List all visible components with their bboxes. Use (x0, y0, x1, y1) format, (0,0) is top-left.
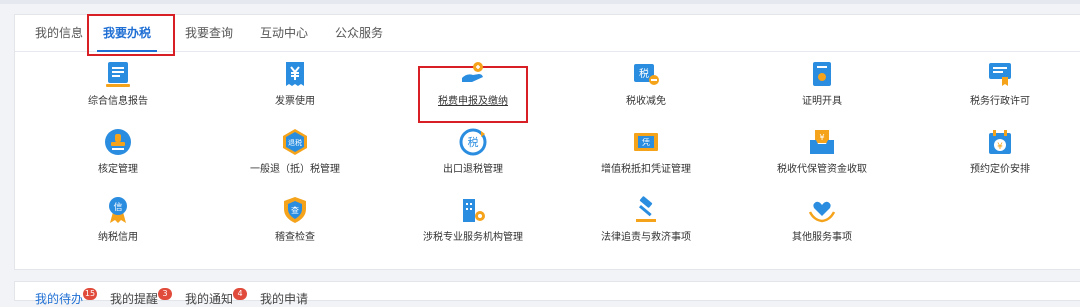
export-refund-icon: 税 (459, 128, 487, 156)
service-declaration-payment[interactable]: 税费申报及缴纳 (393, 60, 553, 108)
service-invoice[interactable]: 发票使用 (215, 60, 375, 108)
service-export-refund[interactable]: 税 出口退税管理 (393, 128, 553, 176)
admin-license-icon (989, 63, 1011, 86)
task-panel: 我的待办 15 我的提醒 3 我的通知 4 我的申请 (14, 281, 1080, 306)
certificate-icon (813, 62, 831, 86)
service-label: 核定管理 (98, 164, 138, 175)
service-label: 纳税信用 (98, 232, 138, 243)
service-advance-pricing[interactable]: ¥ 预约定价安排 (920, 128, 1080, 176)
service-general-refund[interactable]: 退税 一般退（抵）税管理 (215, 128, 375, 176)
inspection-shield-icon: 查 (284, 197, 306, 223)
top-border (0, 0, 1080, 4)
service-other[interactable]: 其他服务事项 (742, 196, 902, 244)
svg-text:税: 税 (468, 135, 479, 149)
svg-text:信: 信 (113, 201, 122, 213)
service-tax-reduction[interactable]: 税 税收减免 (566, 60, 726, 108)
agency-building-icon (463, 199, 485, 222)
service-certificate[interactable]: 证明开具 (742, 60, 902, 108)
service-label: 法律追责与救济事项 (601, 232, 691, 243)
service-agency-management[interactable]: 涉税专业服务机构管理 (393, 196, 553, 244)
todo-count-badge: 15 (83, 288, 97, 300)
service-label: 税费申报及缴纳 (438, 96, 508, 107)
service-inspection[interactable]: 查 稽查检查 (215, 196, 375, 244)
hand-coin-icon (462, 62, 483, 82)
service-label: 出口退税管理 (443, 164, 503, 175)
service-tax-credit[interactable]: 信 纳税信用 (38, 196, 198, 244)
service-label: 证明开具 (802, 96, 842, 107)
voucher-icon: 凭 (634, 133, 658, 151)
tab-my-info[interactable]: 我的信息 (35, 15, 83, 51)
service-label: 稽查检查 (275, 232, 315, 243)
tax-refund-icon: 退税 (283, 129, 307, 155)
service-label: 发票使用 (275, 96, 315, 107)
service-report[interactable]: 综合信息报告 (38, 60, 198, 108)
service-label: 税收代保管资金收取 (777, 164, 867, 175)
service-vat-voucher[interactable]: 凭 增值税抵扣凭证管理 (566, 128, 726, 176)
gavel-icon (636, 196, 656, 222)
service-label: 其他服务事项 (792, 232, 852, 243)
custody-fund-icon: ¥ (810, 130, 834, 154)
service-custody-fund[interactable]: ¥ 税收代保管资金收取 (742, 128, 902, 176)
svg-text:凭: 凭 (642, 137, 650, 147)
service-legal-remedy[interactable]: 法律追责与救济事项 (566, 196, 726, 244)
invoice-yuan-icon (286, 62, 304, 86)
svg-text:退税: 退税 (288, 138, 302, 147)
svg-text:查: 查 (291, 205, 299, 215)
calendar-yuan-icon: ¥ (989, 130, 1011, 154)
heart-hands-icon (808, 201, 836, 223)
service-label: 增值税抵扣凭证管理 (601, 164, 691, 175)
notification-count-badge: 4 (233, 288, 247, 300)
service-label: 税务行政许可 (970, 96, 1030, 107)
service-assessment[interactable]: 核定管理 (38, 128, 198, 176)
svg-text:¥: ¥ (819, 133, 824, 142)
tab-query[interactable]: 我要查询 (185, 15, 233, 51)
stamp-icon (105, 129, 131, 155)
report-document-icon (106, 62, 130, 87)
service-label: 税收减免 (626, 96, 666, 107)
tab-interaction-center[interactable]: 互动中心 (260, 15, 308, 51)
svg-text:¥: ¥ (997, 142, 1003, 152)
tax-reduction-icon: 税 (634, 64, 659, 85)
service-label: 一般退（抵）税管理 (250, 164, 340, 175)
reminder-count-badge: 3 (158, 288, 172, 300)
service-admin-license[interactable]: 税务行政许可 (920, 60, 1080, 108)
service-label: 综合信息报告 (88, 96, 148, 107)
credit-medal-icon: 信 (109, 197, 127, 223)
svg-text:税: 税 (639, 67, 649, 80)
tab-highlight-box (87, 14, 175, 56)
tab-public-service[interactable]: 公众服务 (335, 15, 383, 51)
service-label: 涉税专业服务机构管理 (423, 232, 523, 243)
service-label: 预约定价安排 (970, 164, 1030, 175)
